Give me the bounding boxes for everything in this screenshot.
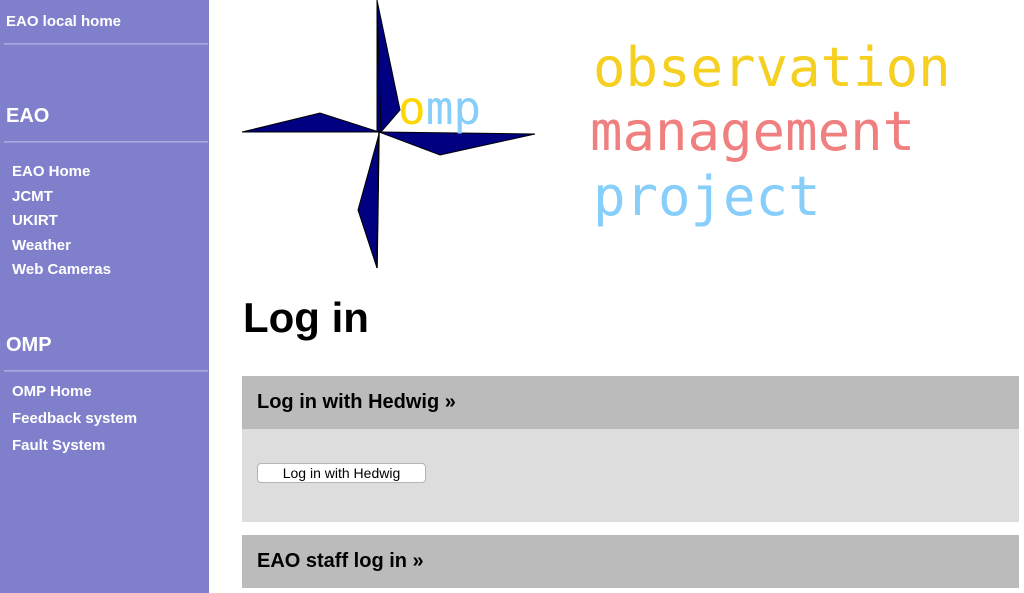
logo-line-project: project — [593, 165, 821, 228]
sidebar-item-fault-system[interactable]: Fault System — [12, 432, 137, 459]
sidebar-section-title-eao: EAO — [6, 105, 50, 127]
staff-login-header[interactable]: EAO staff log in » — [242, 535, 1019, 588]
sidebar-item-omp-home[interactable]: OMP Home — [12, 378, 137, 405]
sidebar-item-feedback-system[interactable]: Feedback system — [12, 405, 137, 432]
hedwig-login-header-label: Log in with Hedwig » — [257, 391, 456, 413]
sidebar-item-jcmt[interactable]: JCMT — [12, 185, 111, 210]
hedwig-login-panel: Log in with Hedwig — [242, 429, 1019, 522]
sidebar-item-eao-home[interactable]: EAO Home — [12, 160, 111, 185]
sidebar-eao-list: EAO Home JCMT UKIRT Weather Web Cameras — [12, 160, 111, 283]
hedwig-login-header[interactable]: Log in with Hedwig » — [242, 376, 1019, 429]
compass-star-icon — [241, 0, 536, 269]
page: EAO local home EAO EAO Home JCMT UKIRT W… — [0, 0, 1024, 593]
hedwig-login-button[interactable]: Log in with Hedwig — [257, 463, 426, 483]
sidebar-item-weather[interactable]: Weather — [12, 234, 111, 259]
sidebar-divider — [4, 141, 208, 143]
logo-line-observation: observation — [593, 36, 951, 99]
logo-line-management: management — [590, 100, 915, 163]
logo-omp-mark: omp — [398, 81, 481, 135]
sidebar-divider — [4, 43, 208, 45]
sidebar: EAO local home EAO EAO Home JCMT UKIRT W… — [0, 0, 209, 593]
sidebar-omp-list: OMP Home Feedback system Fault System — [12, 378, 137, 459]
logo-omp-mp: mp — [426, 81, 481, 135]
sidebar-divider — [4, 370, 208, 372]
omp-logo: omp observation management project — [241, 0, 951, 269]
link-eao-local-home[interactable]: EAO local home — [6, 13, 121, 30]
staff-login-header-label: EAO staff log in » — [257, 550, 424, 572]
sidebar-item-ukirt[interactable]: UKIRT — [12, 209, 111, 234]
sidebar-section-title-omp: OMP — [6, 334, 52, 356]
logo-omp-o: o — [398, 81, 426, 135]
sidebar-item-web-cameras[interactable]: Web Cameras — [12, 258, 111, 283]
page-title: Log in — [243, 294, 369, 341]
